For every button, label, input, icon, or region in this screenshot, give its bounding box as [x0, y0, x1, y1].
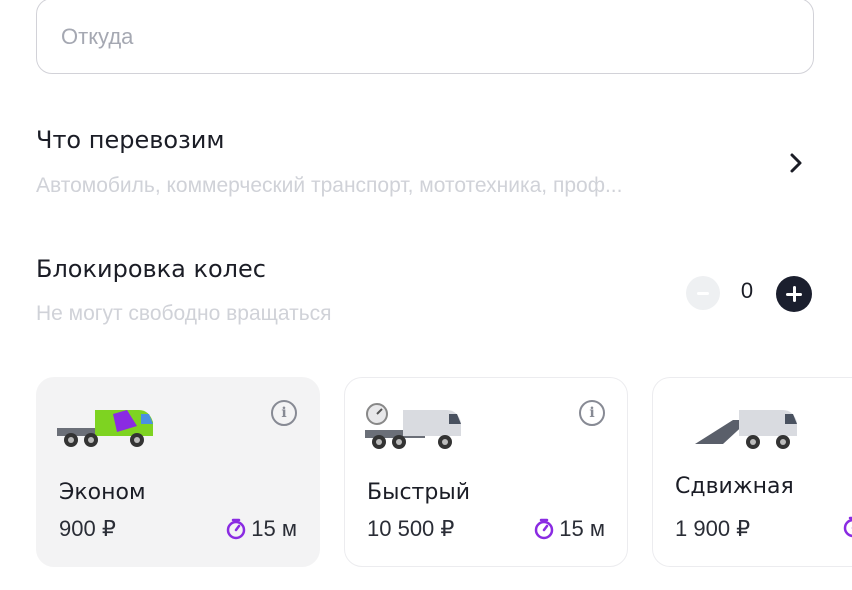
wheel-lock-count: 0 [740, 278, 754, 303]
from-field[interactable] [36, 0, 814, 74]
tariff-price: 10 500 ₽ [367, 516, 455, 541]
info-icon[interactable]: i [271, 400, 297, 426]
tariff-card-fast[interactable]: i Быстрый 10 500 ₽ 15 м [344, 377, 628, 567]
tariff-time: 15 м [225, 516, 297, 542]
tariff-price: 1 900 ₽ [675, 516, 751, 541]
truck-sliding-image [695, 410, 797, 449]
timer-icon [535, 518, 554, 540]
tariff-price: 900 ₽ [59, 516, 116, 541]
plus-icon[interactable] [776, 276, 812, 312]
tariff-time: 15 м [533, 516, 605, 542]
minus-icon[interactable] [686, 276, 720, 310]
tariff-time [842, 516, 852, 538]
tariff-time-value: 15 м [559, 516, 605, 541]
wheel-lock-subtitle: Не могут свободно вращаться [36, 302, 332, 325]
truck-fast-image [365, 403, 461, 449]
tariff-name: Сдвижная [675, 474, 794, 499]
tariff-time-value: 15 м [251, 516, 297, 541]
wheel-lock-title: Блокировка колес [36, 255, 266, 283]
timer-icon [227, 518, 246, 540]
info-icon[interactable]: i [579, 400, 605, 426]
tariff-card-econom[interactable]: i Эконом 900 ₽ 15 м [36, 377, 320, 567]
tariff-name: Эконом [59, 480, 146, 505]
cargo-title[interactable]: Что перевозим [36, 126, 225, 154]
truck-econom-image [57, 410, 153, 447]
cargo-subtitle[interactable]: Автомобиль, коммерческий транспорт, мото… [36, 174, 622, 198]
tariff-card-sliding[interactable]: Сдвижная 1 900 ₽ [652, 377, 852, 567]
from-input[interactable] [59, 23, 763, 51]
chevron-right-icon[interactable] [786, 152, 806, 174]
tariff-name: Быстрый [367, 480, 471, 505]
timer-icon [843, 516, 852, 538]
